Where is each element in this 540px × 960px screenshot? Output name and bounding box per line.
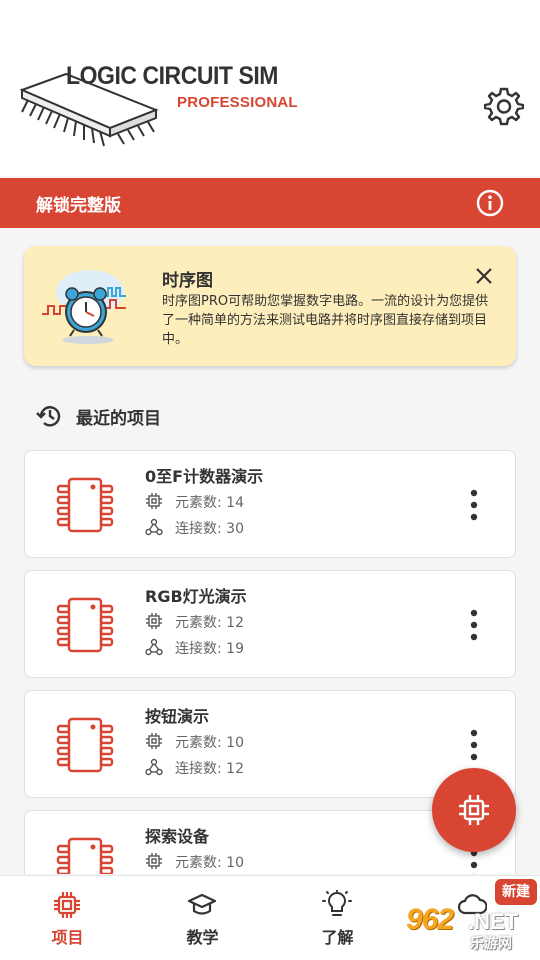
chip-icon (56, 717, 114, 773)
nav-label: 项目 (51, 928, 84, 947)
project-card[interactable]: RGB灯光演示 元素数: 12 连接数: 19 (24, 570, 516, 678)
nav-item-tutorials[interactable]: 教学 (135, 876, 270, 960)
processor-icon (146, 613, 162, 629)
chip-icon (56, 837, 114, 874)
more-vertical-icon[interactable] (463, 607, 485, 643)
unlock-label: 解锁完整版 (36, 196, 121, 216)
promo-title: 时序图 (162, 271, 213, 291)
nav-item-learn[interactable]: 了解 (270, 876, 405, 960)
history-icon (36, 406, 61, 427)
project-name: 探索设备 (145, 827, 210, 846)
processor-icon (146, 733, 162, 749)
element-count: 元素数: 14 (175, 495, 244, 511)
connection-graph-icon (145, 518, 163, 536)
site-watermark: 962 .NET 乐游网 (400, 903, 538, 955)
processor-icon (146, 493, 162, 509)
project-card[interactable]: 0至F计数器演示 元素数: 14 连接数: 30 (24, 450, 516, 558)
logo-title: LOGIC CIRCUIT SIM (66, 62, 278, 90)
watermark-site-name: 乐游网 (470, 936, 512, 952)
connection-graph-icon (145, 758, 163, 776)
watermark-domain: .NET (468, 909, 519, 934)
lightbulb-icon (322, 890, 352, 916)
chip-icon (56, 597, 114, 653)
more-vertical-icon[interactable] (463, 727, 485, 763)
element-count: 元素数: 10 (175, 735, 244, 751)
nav-label: 教学 (186, 928, 219, 947)
nav-item-projects[interactable]: 项目 (0, 876, 135, 960)
processor-icon (459, 795, 489, 825)
connection-count: 连接数: 30 (175, 521, 244, 537)
more-vertical-icon[interactable] (463, 487, 485, 523)
timing-diagram-promo-card[interactable]: 时序图 时序图PRO可帮助您掌握数字电路。一流的设计为您提供了一种简单的方法来测… (24, 246, 516, 366)
nav-label: 了解 (321, 928, 354, 947)
connection-graph-icon (145, 638, 163, 656)
chip-icon (56, 477, 114, 533)
close-icon[interactable] (472, 264, 496, 288)
app-logo: LOGIC CIRCUIT SIM PROFESSIONAL (14, 60, 324, 150)
gear-icon[interactable] (484, 86, 524, 126)
element-count: 元素数: 12 (175, 615, 244, 631)
watermark-number: 962 (406, 903, 454, 936)
recent-projects-label: 最近的项目 (76, 409, 161, 429)
processor-icon (146, 853, 162, 869)
element-count: 元素数: 10 (175, 855, 244, 871)
app-header: LOGIC CIRCUIT SIM PROFESSIONAL (0, 0, 540, 176)
chip-icon (54, 892, 80, 918)
project-name: 0至F计数器演示 (145, 467, 264, 486)
new-badge[interactable]: 新建 (495, 879, 537, 905)
connection-count: 连接数: 12 (175, 761, 244, 777)
connection-count: 连接数: 19 (175, 641, 244, 657)
graduation-cap-icon (187, 893, 217, 915)
project-name: RGB灯光演示 (145, 587, 247, 606)
timing-diagram-illustration-icon (42, 270, 126, 344)
project-name: 按钮演示 (145, 707, 210, 726)
unlock-full-version-bar[interactable]: 解锁完整版 (0, 178, 540, 228)
logo-subtitle: PROFESSIONAL (177, 94, 298, 111)
info-icon[interactable] (475, 188, 505, 218)
promo-description: 时序图PRO可帮助您掌握数字电路。一流的设计为您提供了一种简单的方法来测试电路并… (162, 294, 489, 347)
new-circuit-fab-button[interactable] (432, 768, 516, 852)
